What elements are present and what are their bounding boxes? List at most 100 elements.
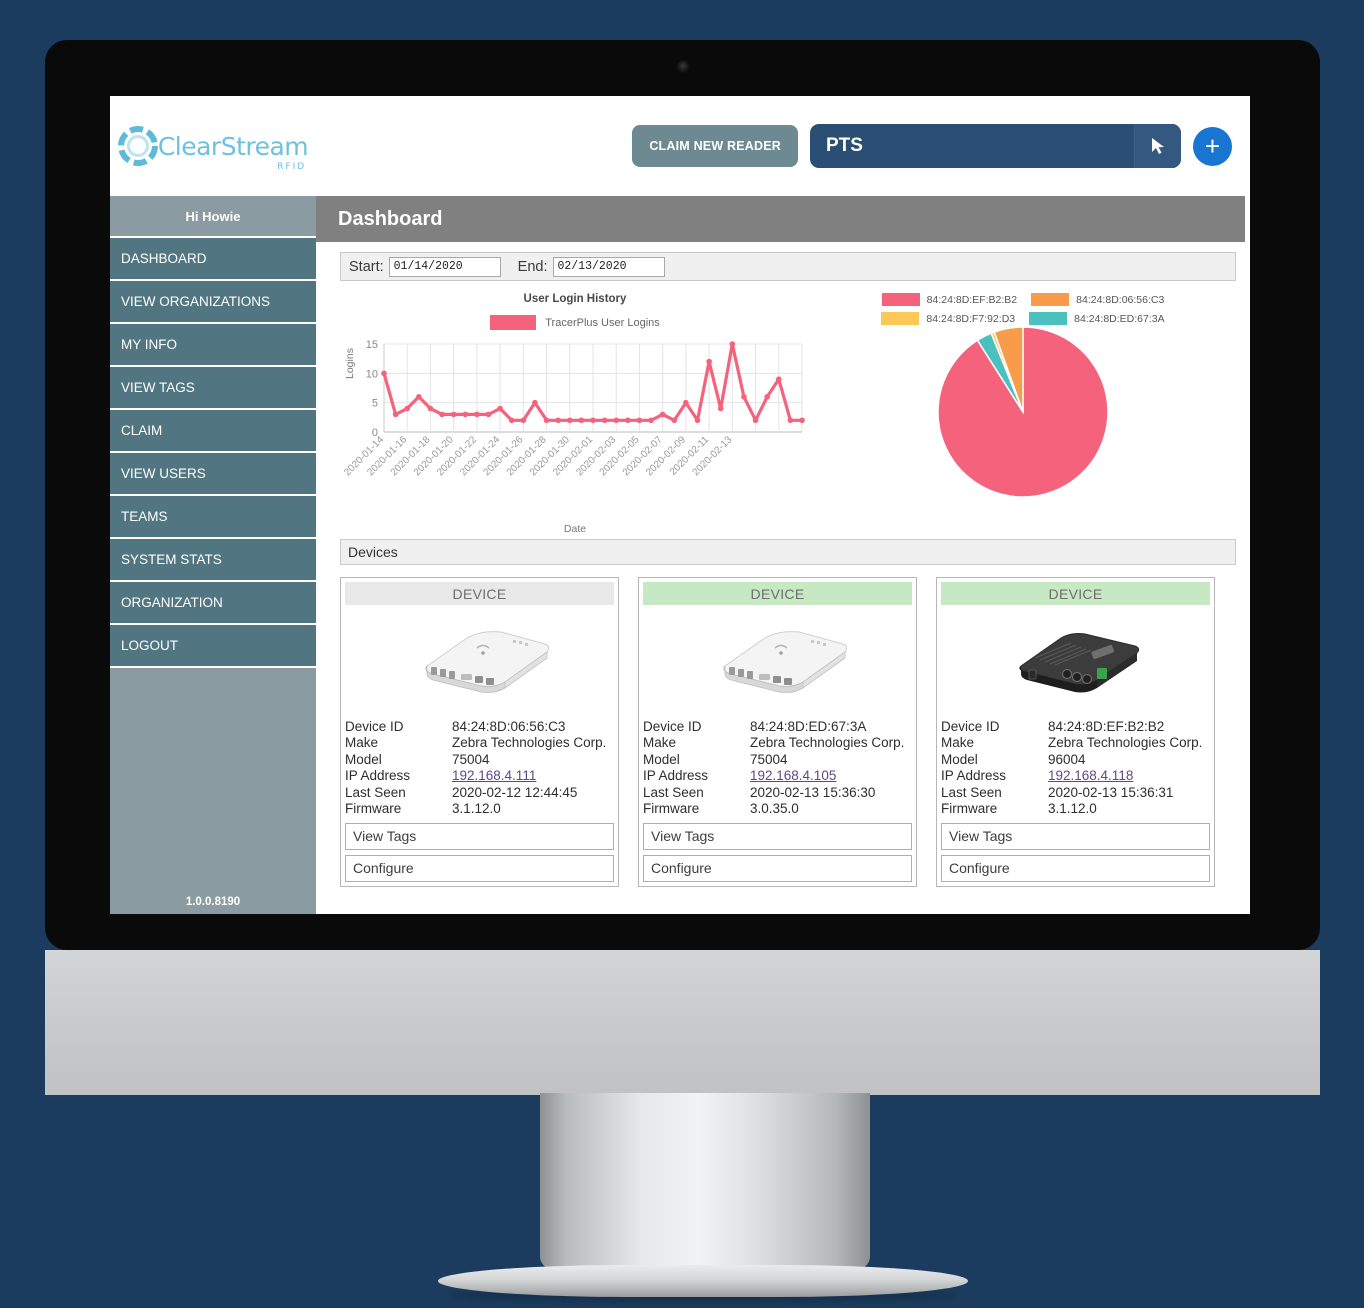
- end-date-label: End:: [517, 258, 548, 275]
- device-ip-link[interactable]: 192.168.4.118: [1048, 768, 1133, 783]
- view-tags-button[interactable]: View Tags: [345, 822, 614, 850]
- configure-button[interactable]: Configure: [941, 854, 1210, 882]
- device-spec-key: Last Seen: [643, 784, 704, 800]
- pie-legend-swatch: [881, 293, 920, 306]
- device-spec-key: Device ID: [643, 719, 702, 734]
- device-spec-row: Last Seen 2020-02-12 12:44:45: [345, 785, 614, 801]
- device-spec-row: Last Seen 2020-02-13 15:36:31: [941, 785, 1210, 801]
- page-title: Dashboard: [316, 196, 1245, 242]
- device-spec-key: Make: [643, 735, 677, 751]
- configure-button[interactable]: Configure: [643, 854, 912, 882]
- rfid-reader-white-image: [722, 631, 847, 693]
- device-spec-value: 2020-02-13 15:36:31: [1048, 784, 1174, 800]
- sidebar-item-logout[interactable]: LOGOUT: [110, 625, 316, 668]
- device-spec-key: Device ID: [345, 719, 404, 734]
- legend-swatch-logins: [490, 315, 537, 330]
- main-area: CLAIM NEW READER PTS + Dashboard Start:: [316, 96, 1250, 914]
- login-chart-ylabel: Logins: [344, 348, 356, 379]
- device-card: DEVICE Device ID 84:24:8D:06:56:C3 Make Zebr…: [340, 577, 619, 887]
- device-spec-value: 2020-02-13 15:36:30: [750, 784, 876, 800]
- login-chart-xlabel: Date: [563, 523, 587, 535]
- screen-content: ClearStream RFID Hi Howie DASHBOARD VIEW…: [110, 96, 1250, 914]
- svg-text:5: 5: [372, 398, 378, 410]
- device-spec-value[interactable]: 192.168.4.118: [1048, 768, 1210, 784]
- device-spec-key: IP Address: [941, 768, 1007, 784]
- configure-button[interactable]: Configure: [345, 854, 614, 882]
- sidebar-item-view-organizations[interactable]: VIEW ORGANIZATIONS: [110, 281, 316, 324]
- device-spec-value[interactable]: 192.168.4.105: [750, 768, 912, 784]
- device-spec-key: Model: [941, 751, 978, 767]
- device-spec-row: IP Address 192.168.4.111: [345, 768, 614, 784]
- device-card-grid: DEVICE Device ID 84:24:8D:06:56:C3 Make Zebr…: [340, 577, 1236, 887]
- device-spec-value: 3.0.35.0: [750, 801, 799, 817]
- app-logo[interactable]: ClearStream RFID: [110, 96, 316, 196]
- sidebar-item-my-info[interactable]: MY INFO: [110, 324, 316, 367]
- pie-legend-item[interactable]: 84:24:8D:ED:67:3A: [1029, 312, 1165, 325]
- add-organization-button[interactable]: +: [1193, 126, 1232, 166]
- sidebar-item-organization[interactable]: ORGANIZATION: [110, 582, 316, 625]
- sidebar: ClearStream RFID Hi Howie DASHBOARD VIEW…: [110, 96, 316, 914]
- sidebar-item-view-tags[interactable]: VIEW TAGS: [110, 367, 316, 410]
- rfid-reader-black-image: [1018, 633, 1139, 693]
- device-spec-value: 84:24:8D:06:56:C3: [452, 719, 566, 734]
- device-spec-row: Firmware 3.1.12.0: [941, 801, 1210, 817]
- pie-legend-label: 84:24:8D:F7:92:D3: [926, 312, 1016, 325]
- device-share-pie-chart: 84:24:8D:EF:B2:B2 84:24:8D:06:56:C3 84:24:…: [810, 287, 1236, 535]
- claim-new-reader-button[interactable]: CLAIM NEW READER: [632, 125, 798, 167]
- charts-row: User Login History TracerPlus User Login…: [340, 287, 1236, 535]
- device-ip-link[interactable]: 192.168.4.105: [750, 768, 836, 783]
- pie-legend-swatch: [881, 312, 920, 325]
- device-spec-value[interactable]: 192.168.4.111: [452, 768, 614, 784]
- login-history-chart: User Login History TracerPlus User Login…: [340, 287, 810, 535]
- sidebar-item-teams[interactable]: TEAMS: [110, 496, 316, 539]
- pie-legend-swatch: [1029, 312, 1068, 325]
- pie-legend-label: 84:24:8D:EF:B2:B2: [926, 293, 1018, 306]
- device-spec-row: IP Address 192.168.4.105: [643, 768, 912, 784]
- device-spec-key: IP Address: [345, 768, 411, 784]
- view-tags-button[interactable]: View Tags: [643, 822, 912, 850]
- device-spec-key: Make: [345, 735, 379, 751]
- webcam-icon: [677, 61, 688, 72]
- device-spec-key: Firmware: [345, 801, 402, 817]
- sidebar-item-view-users[interactable]: VIEW USERS: [110, 453, 316, 496]
- pie-legend-item[interactable]: 84:24:8D:06:56:C3: [1031, 293, 1164, 306]
- organization-select[interactable]: PTS: [810, 124, 1181, 168]
- device-ip-link[interactable]: 192.168.4.111: [452, 768, 536, 783]
- device-card-header: DEVICE: [345, 582, 614, 605]
- dropdown-cursor-icon[interactable]: [1134, 124, 1181, 168]
- sidebar-item-dashboard[interactable]: DASHBOARD: [110, 238, 316, 281]
- scene: ClearStream RFID Hi Howie DASHBOARD VIEW…: [0, 0, 1364, 1308]
- login-chart-plot: 0510152020-01-142020-01-162020-01-182020…: [342, 339, 805, 478]
- device-spec-table: Device ID 84:24:8D:EF:B2:B2 Make Zebra Tech…: [941, 719, 1210, 818]
- device-spec-key: IP Address: [643, 768, 709, 784]
- device-spec-table: Device ID 84:24:8D:ED:67:3A Make Zebra Tech…: [643, 719, 912, 818]
- device-spec-key: Last Seen: [345, 784, 406, 800]
- device-spec-value: Zebra Technologies Corp.: [750, 735, 905, 751]
- sidebar-item-claim[interactable]: CLAIM: [110, 410, 316, 453]
- logo-wordmark: ClearStream RFID: [158, 132, 309, 172]
- device-card-header: DEVICE: [941, 582, 1210, 605]
- monitor-stand-base: [438, 1265, 968, 1297]
- sidebar-item-system-stats[interactable]: SYSTEM STATS: [110, 539, 316, 582]
- device-spec-row: Model 75004: [345, 752, 614, 768]
- device-image: [643, 613, 912, 705]
- mouse-pointer-icon: [1152, 138, 1164, 154]
- end-date-input[interactable]: [552, 256, 665, 277]
- pie-legend-item[interactable]: 84:24:8D:EF:B2:B2: [881, 293, 1018, 306]
- device-spec-key: Last Seen: [941, 784, 1002, 800]
- clearstream-logo-icon: [117, 126, 158, 166]
- device-spec-value: 75004: [750, 751, 788, 767]
- date-range-bar: Start: End:: [340, 252, 1236, 281]
- svg-text:10: 10: [366, 368, 378, 380]
- login-chart-legend: TracerPlus User Logins: [340, 315, 810, 330]
- device-card: DEVICE Device ID 84:24:8D:ED:67:3A Make Zebr…: [638, 577, 917, 887]
- start-date-input[interactable]: [388, 256, 501, 277]
- device-spec-value: 75004: [452, 751, 490, 767]
- logo-subword: RFID: [277, 161, 307, 172]
- app-version: 1.0.0.8190: [185, 896, 241, 908]
- device-spec-value: 2020-02-12 12:44:45: [452, 784, 578, 800]
- device-card-header: DEVICE: [643, 582, 912, 605]
- view-tags-button[interactable]: View Tags: [941, 822, 1210, 850]
- pie-legend-item[interactable]: 84:24:8D:F7:92:D3: [881, 312, 1015, 325]
- device-spec-row: Make Zebra Technologies Corp.: [941, 735, 1210, 751]
